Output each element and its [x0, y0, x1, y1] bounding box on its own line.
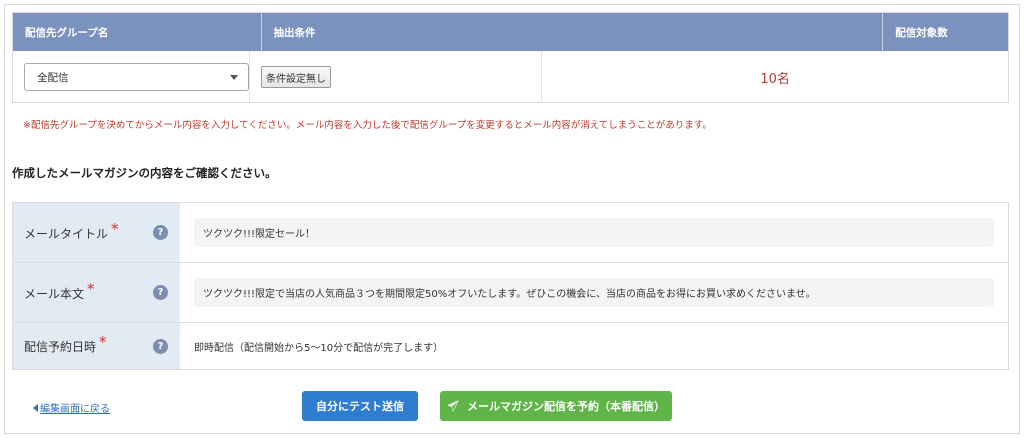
caret-left-icon	[33, 403, 38, 412]
group-select-value: 全配信	[37, 71, 69, 84]
row-mail-title: メールタイトル * ? ツクツク!!!限定セール！	[13, 203, 1008, 263]
label-text: メール本文	[24, 286, 85, 301]
reserve-send-button[interactable]: メールマガジン配信を予約（本番配信）	[440, 391, 672, 421]
test-send-button[interactable]: 自分にテスト送信	[302, 391, 418, 421]
condition-cell: 条件設定無し	[250, 51, 543, 103]
help-icon[interactable]: ?	[153, 285, 168, 300]
mail-content-table: メールタイトル * ? ツクツク!!!限定セール！ メール本文 * ? ツクツク!!…	[12, 202, 1009, 370]
target-count-cell: 10名	[542, 51, 1008, 103]
required-mark: *	[87, 279, 95, 298]
row-mail-body: メール本文 * ? ツクツク!!!限定で当店の人気商品３つを期間限定50%オフいた…	[13, 263, 1008, 323]
label-mail-title: メールタイトル * ?	[13, 203, 180, 262]
help-icon[interactable]: ?	[153, 338, 168, 354]
delivery-group-table: 配信先グループ名 抽出条件 配信対象数 全配信 条件設定無し 10名	[12, 12, 1009, 103]
test-send-label: 自分にテスト送信	[316, 400, 404, 413]
value-cell: 即時配信（配信開始から5〜10分で配信が完了します）	[180, 323, 1008, 369]
back-to-edit-link[interactable]: 編集画面に戻る	[33, 400, 110, 415]
reserve-send-label: メールマガジン配信を予約（本番配信）	[467, 400, 665, 413]
group-select-cell: 全配信	[13, 51, 250, 103]
group-select[interactable]: 全配信	[24, 63, 249, 91]
group-change-warning: ※配信先グループを決めてからメール内容を入力してください。メール内容を入力した後…	[23, 120, 712, 131]
group-table-row: 全配信 条件設定無し 10名	[13, 51, 1008, 103]
header-condition: 抽出条件	[262, 13, 884, 51]
paper-plane-icon	[447, 400, 459, 412]
required-mark: *	[111, 219, 119, 238]
mail-title-value: ツクツク!!!限定セール！	[194, 218, 994, 247]
label-text: 配信予約日時	[24, 340, 97, 354]
confirm-title: 作成したメールマガジンの内容をご確認ください。	[12, 166, 277, 180]
group-table-header: 配信先グループ名 抽出条件 配信対象数	[13, 13, 1008, 51]
label-schedule: 配信予約日時 * ?	[13, 323, 180, 369]
mail-body-value: ツクツク!!!限定で当店の人気商品３つを期間限定50%オフいたします。ぜひこの機…	[194, 278, 994, 307]
help-icon[interactable]: ?	[153, 225, 168, 240]
condition-settings-button[interactable]: 条件設定無し	[261, 66, 331, 88]
chevron-down-icon	[230, 75, 238, 80]
value-cell: ツクツク!!!限定で当店の人気商品３つを期間限定50%オフいたします。ぜひこの機…	[180, 263, 1008, 322]
back-link-label: 編集画面に戻る	[40, 404, 110, 415]
row-schedule: 配信予約日時 * ? 即時配信（配信開始から5〜10分で配信が完了します）	[13, 323, 1008, 369]
label-mail-body: メール本文 * ?	[13, 263, 180, 322]
label-text: メールタイトル	[24, 226, 109, 241]
header-group-name: 配信先グループ名	[13, 13, 262, 51]
target-count: 10名	[760, 71, 790, 87]
schedule-value: 即時配信（配信開始から5〜10分で配信が完了します）	[194, 342, 444, 354]
required-mark: *	[99, 333, 107, 351]
value-cell: ツクツク!!!限定セール！	[180, 203, 1008, 262]
header-target-count: 配信対象数	[895, 26, 948, 39]
